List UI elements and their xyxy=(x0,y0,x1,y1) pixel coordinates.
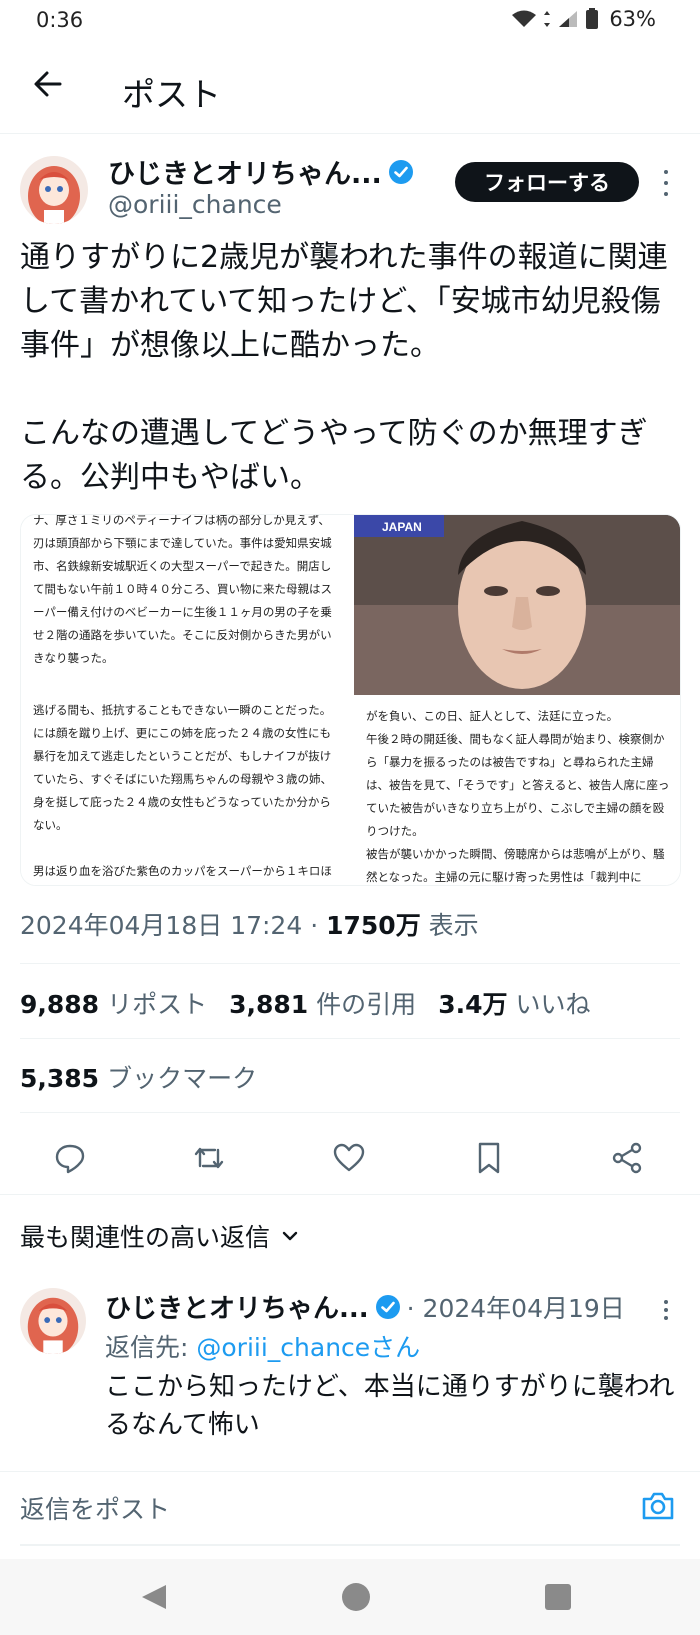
reply-text: ここから知ったけど、本当に通りすがりに襲われるなんて怖い xyxy=(105,1372,675,1440)
compose-underline xyxy=(20,1544,680,1546)
reply-more-options-icon[interactable] xyxy=(656,1296,676,1324)
avatar-image xyxy=(20,1288,86,1354)
media-image-3[interactable]: 逃げる間も、抵抗することもできない一瞬のことだった。には顔を蹴り上げ、更にこの姉… xyxy=(21,703,346,885)
avatar[interactable] xyxy=(20,156,88,224)
reply-sort-dropdown[interactable]: 最も関連性の高い返信 xyxy=(20,1218,300,1254)
verified-badge-icon xyxy=(388,159,413,184)
media-image-2-photo: JAPAN xyxy=(354,515,680,695)
media-grid: ナ、厚さ１ミリのペティーナイフは柄の部分しか見えず、刃は頭頂部から下顎にまで達し… xyxy=(20,514,681,886)
battery-percent: 63% xyxy=(609,7,656,31)
app-header: ポスト xyxy=(0,42,700,134)
more-options-icon[interactable] xyxy=(656,166,676,200)
avatar[interactable] xyxy=(20,1288,86,1354)
divider xyxy=(0,1471,700,1472)
battery-icon xyxy=(586,8,599,29)
nav-recents-icon[interactable] xyxy=(542,1581,574,1613)
meta-separator: · xyxy=(310,911,319,940)
media-image-1-text: ナ、厚さ１ミリのペティーナイフは柄の部分しか見えず、刃は頭頂部から下顎にまで達し… xyxy=(33,515,332,665)
reply-to-line: 返信先: @oriii_chanceさん xyxy=(105,1333,421,1362)
avatar-image xyxy=(20,156,88,224)
post-meta: 2024年04月18日 17:24 · 1750万 表示 xyxy=(20,906,479,942)
repost-icon[interactable] xyxy=(191,1140,227,1176)
nav-home-icon[interactable] xyxy=(340,1581,372,1613)
divider xyxy=(0,1194,700,1195)
status-icons: 63% xyxy=(511,7,656,31)
camera-icon[interactable] xyxy=(640,1488,676,1524)
reply-item[interactable]: ひじきとオリちゃん... · 2024年04月19日 返信先: @oriii_c… xyxy=(0,1284,700,1454)
back-button[interactable] xyxy=(28,64,68,104)
action-bar xyxy=(0,1128,700,1188)
like-icon[interactable] xyxy=(331,1140,367,1176)
page-title: ポスト xyxy=(122,75,221,114)
stat-bookmarks[interactable]: 5,385 ブックマーク xyxy=(20,1059,257,1095)
stat-quotes[interactable]: 3,881 件の引用 xyxy=(229,985,416,1021)
reply-display-name[interactable]: ひじきとオリちゃん... xyxy=(105,1288,369,1325)
reply-compose: 返信をポスト xyxy=(0,1474,700,1554)
follow-button[interactable]: フォローする xyxy=(455,162,639,202)
nav-back-icon[interactable] xyxy=(138,1581,170,1613)
media-image-1[interactable]: ナ、厚さ１ミリのペティーナイフは柄の部分しか見えず、刃は頭頂部から下顎にまで達し… xyxy=(21,515,346,695)
signal-icon xyxy=(559,11,578,27)
divider xyxy=(20,1112,680,1113)
display-name[interactable]: ひじきとオリちゃん... xyxy=(108,152,382,191)
stat-reposts[interactable]: 9,888 リポスト xyxy=(20,985,207,1021)
media-image-3-text: 逃げる間も、抵抗することもできない一瞬のことだった。には顔を蹴り上げ、更にこの姉… xyxy=(33,703,332,878)
divider xyxy=(20,963,680,964)
reply-input[interactable]: 返信をポスト xyxy=(20,1490,620,1526)
verified-badge-icon xyxy=(375,1294,400,1319)
media-image-4[interactable]: がを負い、この日、証人として、法廷に立った。 午後２時の開廷後、間もなく証人尋問… xyxy=(354,703,680,885)
arrow-left-icon xyxy=(34,71,62,97)
views-count: 1750万 xyxy=(326,911,421,940)
divider xyxy=(20,1038,680,1039)
data-arrows-icon xyxy=(544,11,551,27)
media-image-4-text: がを負い、この日、証人として、法廷に立った。 午後２時の開廷後、間もなく証人尋問… xyxy=(366,709,670,884)
wifi-icon xyxy=(512,10,537,27)
reply-date[interactable]: · 2024年04月19日 xyxy=(407,1289,625,1325)
post-date[interactable]: 2024年04月18日 17:24 xyxy=(20,911,302,940)
status-bar: 0:36 63% xyxy=(0,0,700,42)
chevron-down-icon xyxy=(282,1231,298,1241)
views-label: 表示 xyxy=(428,911,479,940)
share-icon[interactable] xyxy=(610,1140,646,1176)
reply-to-mention[interactable]: @oriii_chance xyxy=(196,1333,370,1362)
reply-sort-label: 最も関連性の高い返信 xyxy=(20,1223,271,1252)
status-time: 0:36 xyxy=(36,8,84,32)
photo-caption: JAPAN xyxy=(382,520,422,534)
reply-icon[interactable] xyxy=(52,1140,88,1176)
stats-row: 9,888 リポスト 3,881 件の引用 3.4万 いいね xyxy=(20,985,591,1021)
post-text: 通りすがりに2歳児が襲われた事件の報道に関連して書かれていて知ったけど、「安城市… xyxy=(20,240,668,495)
user-handle[interactable]: @oriii_chance xyxy=(108,190,282,219)
post-author-row: ひじきとオリちゃん... @oriii_chance フォローする xyxy=(0,146,700,226)
media-image-2[interactable]: JAPAN xyxy=(354,515,680,695)
stat-likes[interactable]: 3.4万 いいね xyxy=(438,985,590,1021)
bookmark-icon[interactable] xyxy=(471,1140,507,1176)
system-nav-bar xyxy=(0,1559,700,1635)
